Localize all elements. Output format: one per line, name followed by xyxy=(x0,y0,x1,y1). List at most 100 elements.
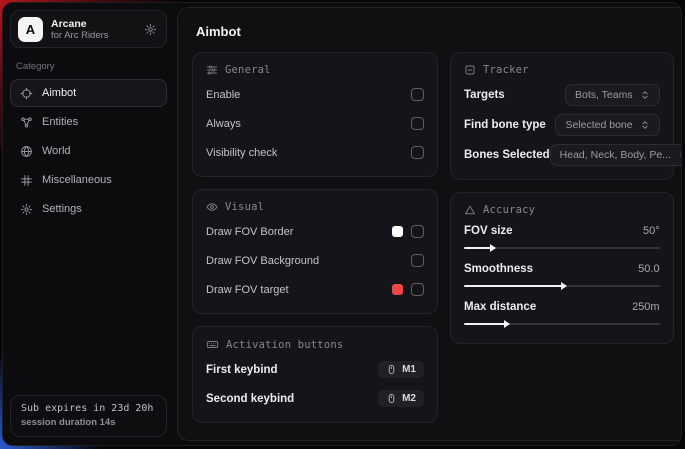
sidebar-nav: Aimbot Entities World xyxy=(10,79,167,223)
keybind-value: M1 xyxy=(402,364,416,375)
sidebar-item-label: Entities xyxy=(42,116,78,128)
setting-label: First keybind xyxy=(206,364,278,376)
targets-select[interactable]: Bots, Teams xyxy=(565,84,660,106)
sidebar-item-label: Settings xyxy=(42,203,82,215)
setting-row-second-keybind: Second keybind M2 xyxy=(206,388,424,409)
sidebar-item-world[interactable]: World xyxy=(10,137,167,165)
category-label: Category xyxy=(16,61,161,72)
sidebar-item-label: Miscellaneous xyxy=(42,174,112,186)
row-controls xyxy=(411,254,424,267)
slider-fill xyxy=(464,247,491,249)
left-column: General Enable Always Visibility check xyxy=(192,52,438,423)
row-controls xyxy=(392,283,424,296)
slider-head: FOV size 50° xyxy=(464,225,660,237)
keybind-value: M2 xyxy=(402,393,416,404)
sidebar-item-label: World xyxy=(42,145,71,157)
right-column: Tracker Targets Bots, Teams xyxy=(450,52,674,344)
find-bone-type-select[interactable]: Selected bone xyxy=(555,114,659,136)
slider-thumb[interactable] xyxy=(561,282,567,290)
crosshair-icon xyxy=(20,87,33,100)
max-distance-slider[interactable] xyxy=(464,318,660,330)
triangle-icon xyxy=(464,204,476,216)
activation-card-header: Activation buttons xyxy=(206,338,424,351)
mouse-icon xyxy=(386,364,397,375)
slider-fill xyxy=(464,323,505,325)
session-duration-text: session duration 14s xyxy=(21,417,156,428)
sub-expiry-text: Sub expires in 23d 20h xyxy=(21,403,156,414)
setting-label: Draw FOV target xyxy=(206,284,289,296)
app-window: A Arcane for Arc Riders Category xyxy=(2,2,682,446)
draw-fov-target-checkbox[interactable] xyxy=(411,283,424,296)
chevrons-up-down-icon xyxy=(640,120,650,130)
grid-icon xyxy=(20,174,33,187)
setting-label: Visibility check xyxy=(206,147,277,159)
always-checkbox[interactable] xyxy=(411,117,424,130)
bones-selected-select[interactable]: Head, Neck, Body, Pe... xyxy=(550,144,682,166)
slider-head: Max distance 250m xyxy=(464,301,660,313)
second-keybind-button[interactable]: M2 xyxy=(378,390,424,407)
sidebar-item-label: Aimbot xyxy=(42,87,76,99)
slider-value: 50° xyxy=(643,225,660,237)
fov-target-color-swatch[interactable] xyxy=(392,284,403,295)
slider-value: 50.0 xyxy=(638,263,659,275)
enable-checkbox[interactable] xyxy=(411,88,424,101)
gear-icon xyxy=(20,203,33,216)
select-value: Head, Neck, Body, Pe... xyxy=(560,149,671,161)
setting-label: Find bone type xyxy=(464,119,546,131)
slider-label: Max distance xyxy=(464,301,536,313)
keyboard-icon xyxy=(206,338,219,351)
setting-row-bones-selected: Bones Selected Head, Neck, Body, Pe... xyxy=(464,144,660,166)
max-distance-group: Max distance 250m xyxy=(464,301,660,330)
sliders-icon xyxy=(206,64,218,76)
visibility-check-checkbox[interactable] xyxy=(411,146,424,159)
sidebar-item-miscellaneous[interactable]: Miscellaneous xyxy=(10,166,167,194)
chevrons-up-down-icon xyxy=(678,150,682,160)
page-title: Aimbot xyxy=(196,24,672,39)
sidebar-item-aimbot[interactable]: Aimbot xyxy=(10,79,167,107)
row-controls xyxy=(392,225,424,238)
select-value: Bots, Teams xyxy=(575,89,633,101)
setting-label: Enable xyxy=(206,89,240,101)
visual-card: Visual Draw FOV Border Draw FOV Backgrou… xyxy=(192,189,438,314)
select-value: Selected bone xyxy=(565,119,632,131)
eye-icon xyxy=(206,201,218,213)
fov-border-color-swatch[interactable] xyxy=(392,226,403,237)
app-subtitle: for Arc Riders xyxy=(51,30,109,41)
fov-size-slider[interactable] xyxy=(464,242,660,254)
slider-label: FOV size xyxy=(464,225,513,237)
slider-thumb[interactable] xyxy=(504,320,510,328)
setting-row-draw-fov-target: Draw FOV target xyxy=(206,279,424,300)
slider-value: 250m xyxy=(632,301,660,313)
app-logo: A xyxy=(18,17,43,42)
setting-row-draw-fov-background: Draw FOV Background xyxy=(206,250,424,271)
first-keybind-button[interactable]: M1 xyxy=(378,361,424,378)
draw-fov-background-checkbox[interactable] xyxy=(411,254,424,267)
visual-card-title: Visual xyxy=(225,201,264,213)
brand-text: Arcane for Arc Riders xyxy=(51,18,109,41)
smoothness-slider[interactable] xyxy=(464,280,660,292)
setting-row-first-keybind: First keybind M1 xyxy=(206,359,424,380)
general-card: General Enable Always Visibility check xyxy=(192,52,438,177)
content-columns: General Enable Always Visibility check xyxy=(192,52,674,423)
setting-label: Always xyxy=(206,118,241,130)
mouse-icon xyxy=(386,393,397,404)
subscription-card: Sub expires in 23d 20h session duration … xyxy=(10,395,167,437)
setting-row-draw-fov-border: Draw FOV Border xyxy=(206,221,424,242)
slider-label: Smoothness xyxy=(464,263,533,275)
draw-fov-border-checkbox[interactable] xyxy=(411,225,424,238)
tracker-card: Tracker Targets Bots, Teams xyxy=(450,52,674,180)
visual-card-header: Visual xyxy=(206,201,424,213)
setting-row-find-bone-type: Find bone type Selected bone xyxy=(464,114,660,136)
slider-thumb[interactable] xyxy=(490,244,496,252)
sidebar: A Arcane for Arc Riders Category xyxy=(3,3,174,445)
tracker-card-header: Tracker xyxy=(464,64,660,76)
general-card-title: General xyxy=(225,64,271,76)
setting-row-targets: Targets Bots, Teams xyxy=(464,84,660,106)
brand-gear-icon[interactable] xyxy=(144,23,157,36)
accuracy-card-title: Accuracy xyxy=(483,204,535,216)
setting-row-visibility-check: Visibility check xyxy=(206,142,424,163)
setting-label: Second keybind xyxy=(206,393,294,405)
activation-card-title: Activation buttons xyxy=(226,339,343,351)
sidebar-item-settings[interactable]: Settings xyxy=(10,195,167,223)
sidebar-item-entities[interactable]: Entities xyxy=(10,108,167,136)
